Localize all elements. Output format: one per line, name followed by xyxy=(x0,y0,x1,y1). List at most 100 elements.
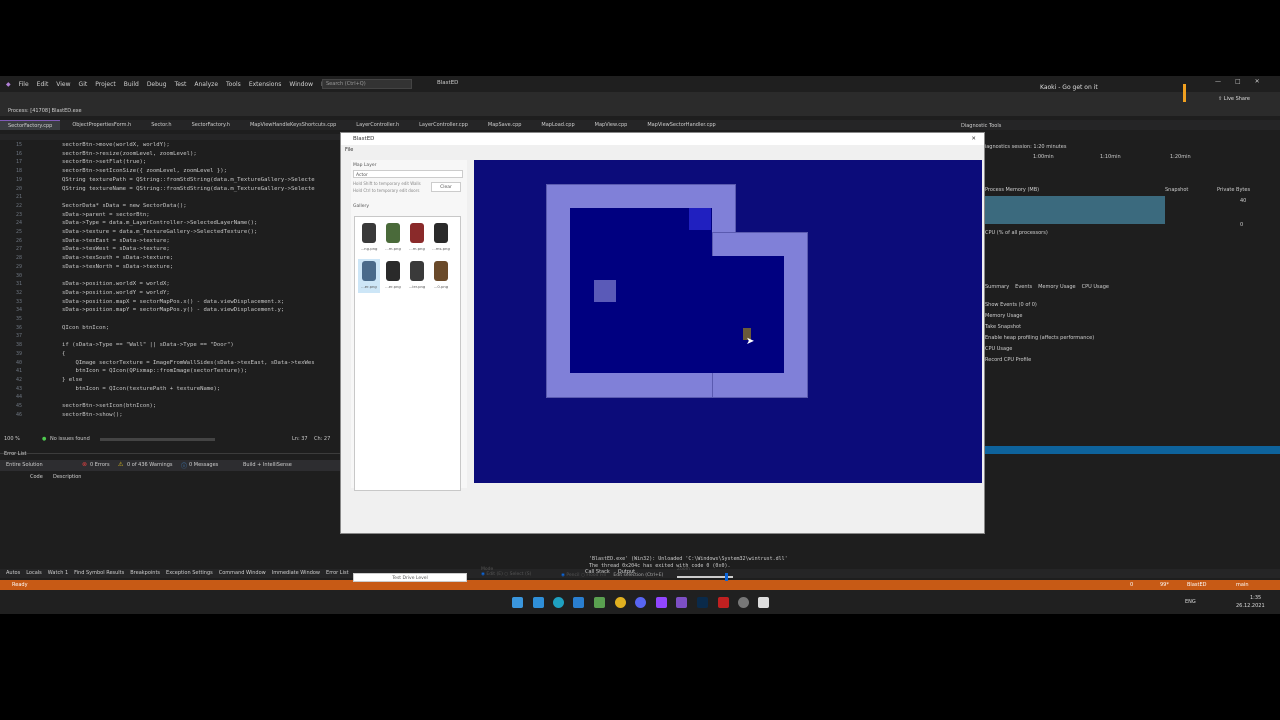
code-line[interactable]: sData->position.mapY = sectorMapPos.y() … xyxy=(62,307,284,313)
menu-item-view[interactable]: View xyxy=(56,81,70,88)
code-line[interactable]: QString texturePath = QString::fromStdSt… xyxy=(62,177,315,183)
code-line[interactable]: sectorBtn->setIcon(btnIcon); xyxy=(62,403,156,409)
warnings-filter[interactable]: 0 of 436 Warnings xyxy=(127,462,172,468)
code-line[interactable]: sData->position.worldY = worldY; xyxy=(62,290,170,296)
code-line[interactable]: QIcon btnIcon; xyxy=(62,325,109,331)
code-line[interactable]: sData->texEast = sData->texture; xyxy=(62,238,170,244)
status-errors[interactable]: 0 xyxy=(1130,582,1133,588)
code-line[interactable]: sectorBtn->setIconSize({ zoomLevel, zoom… xyxy=(62,168,227,174)
document-tab[interactable]: MapView.cpp xyxy=(587,120,636,130)
scope-dropdown[interactable]: Entire Solution xyxy=(6,462,43,468)
column-code[interactable]: Code xyxy=(30,474,43,480)
settings-icon[interactable] xyxy=(738,597,749,608)
diag-item[interactable]: CPU Usage xyxy=(985,346,1094,352)
document-tab[interactable]: SectorFactory.cpp xyxy=(0,120,61,130)
menu-item-extensions[interactable]: Extensions xyxy=(249,81,282,88)
edge-icon[interactable] xyxy=(553,597,564,608)
windows-start-icon[interactable] xyxy=(512,597,523,608)
gallery-item[interactable]: ...m.png xyxy=(406,221,428,255)
menu-item-build[interactable]: Build xyxy=(124,81,139,88)
document-tab[interactable]: ObjectPropertiesForm.h xyxy=(64,120,139,130)
code-line[interactable]: sData->texture = data.m_TextureGallery->… xyxy=(62,229,257,235)
gallery-item[interactable]: ...ms.png xyxy=(430,221,452,255)
diag-item[interactable]: Memory Usage xyxy=(985,313,1094,319)
code-line[interactable]: sData->parent = sectorBtn; xyxy=(62,212,150,218)
code-line[interactable]: sData->position.mapX = sectorMapPos.x() … xyxy=(62,299,284,305)
diag-tab[interactable]: CPU Usage xyxy=(1082,284,1109,290)
file-explorer-icon[interactable] xyxy=(533,597,544,608)
tool-tab[interactable]: Exception Settings xyxy=(166,569,213,578)
messages-filter[interactable]: 0 Messages xyxy=(189,462,218,468)
app-icon[interactable] xyxy=(615,597,626,608)
column-description[interactable]: Description xyxy=(53,474,81,480)
menu-item-project[interactable]: Project xyxy=(95,81,116,88)
menu-item-edit[interactable]: Edit xyxy=(37,81,49,88)
diag-item[interactable]: Enable heap profiling (affects performan… xyxy=(985,335,1094,341)
menu-item-test[interactable]: Test xyxy=(175,81,187,88)
map-canvas[interactable]: ➤ xyxy=(474,160,982,483)
code-line[interactable]: sectorBtn->resize(zoomLevel, zoomLevel); xyxy=(62,151,197,157)
code-line[interactable]: sectorBtn->setFlat(true); xyxy=(62,159,146,165)
menu-item-window[interactable]: Window xyxy=(289,81,313,88)
texture-gallery[interactable]: ...ng.png ...m.png ...m.png ...ms.png ...er.… xyxy=(354,216,461,491)
layer-select[interactable]: Actor xyxy=(353,170,463,178)
minimize-icon[interactable]: — xyxy=(1215,78,1221,88)
scrollbar-h[interactable] xyxy=(100,438,215,441)
blasted-task-icon[interactable] xyxy=(758,597,769,608)
code-line[interactable]: sectorBtn->show(); xyxy=(62,412,123,418)
menu-item-file[interactable]: File xyxy=(19,81,29,88)
gallery-item[interactable]: ...m.png xyxy=(382,221,404,255)
build-filter[interactable]: Build + IntelliSense xyxy=(243,462,292,468)
code-editor[interactable]: 15 sectorBtn->move(worldX, worldY); 16 sect… xyxy=(0,132,340,442)
document-tab[interactable]: MapLoad.cpp xyxy=(533,120,582,130)
diag-tab[interactable]: Events xyxy=(1015,284,1032,290)
notification-pill[interactable]: Kaoki - Go get on it xyxy=(1040,84,1180,96)
document-tab[interactable]: LayerController.cpp xyxy=(411,120,476,130)
editor-zoom[interactable]: 100 % xyxy=(4,436,20,442)
clear-button[interactable]: Clear xyxy=(431,182,461,192)
code-line[interactable]: btnIcon = QIcon(texturePath + textureNam… xyxy=(62,386,220,392)
document-tab[interactable]: Sector.h xyxy=(143,120,179,130)
clock-date[interactable]: 26.12.2021 xyxy=(1236,603,1265,609)
code-line[interactable]: sectorBtn->move(worldX, worldY); xyxy=(62,142,170,148)
code-line[interactable]: SectorData* sData = new SectorData(); xyxy=(62,203,187,209)
errors-filter[interactable]: 0 Errors xyxy=(90,462,110,468)
menu-item-git[interactable]: Git xyxy=(79,81,88,88)
code-line[interactable]: sData->texNorth = sData->texture; xyxy=(62,264,173,270)
photoshop-icon[interactable] xyxy=(697,597,708,608)
code-line[interactable]: sData->Type = data.m_LayerController->Se… xyxy=(62,220,257,226)
gallery-item[interactable]: ...er.png xyxy=(358,259,380,293)
diag-tab[interactable]: Memory Usage xyxy=(1038,284,1076,290)
tool-tab[interactable]: Command Window xyxy=(219,569,266,578)
code-line[interactable]: { xyxy=(62,351,65,357)
code-line[interactable]: btnIcon = QIcon(QPixmap::fromImage(secto… xyxy=(62,368,247,374)
diag-item[interactable]: Take Snapshot xyxy=(985,324,1094,330)
live-share-button[interactable]: ⇪ Live Share xyxy=(1218,96,1250,102)
edit-selection-button[interactable]: Edit selection (Ctrl+E) xyxy=(613,573,663,578)
discord-icon[interactable] xyxy=(635,597,646,608)
document-tab[interactable]: MapSave.cpp xyxy=(480,120,530,130)
tool-tab[interactable]: Locals xyxy=(26,569,42,578)
zoom-slider-handle[interactable] xyxy=(724,573,728,581)
language-indicator[interactable]: ENG xyxy=(1185,599,1196,605)
document-tab[interactable]: LayerController.h xyxy=(348,120,407,130)
diag-item[interactable]: Show Events (0 of 0) xyxy=(985,302,1094,308)
menu-item-tools[interactable]: Tools xyxy=(226,81,241,88)
document-tab[interactable]: MapViewHandleKeysShortcuts.cpp xyxy=(242,120,344,130)
code-line[interactable]: } else xyxy=(62,377,82,383)
twitch-icon[interactable] xyxy=(656,597,667,608)
tool-tab[interactable]: Error List xyxy=(326,569,349,578)
store-icon[interactable] xyxy=(573,597,584,608)
menu-item-debug[interactable]: Debug xyxy=(147,81,167,88)
obs-icon[interactable] xyxy=(718,597,729,608)
status-branch[interactable]: main xyxy=(1236,582,1249,588)
document-tab[interactable]: SectorFactory.h xyxy=(184,120,238,130)
tool-tab[interactable]: Watch 1 xyxy=(48,569,68,578)
tool-tab[interactable]: Immediate Window xyxy=(272,569,320,578)
gallery-item[interactable]: ...0.png xyxy=(430,259,452,293)
maximize-icon[interactable]: □ xyxy=(1235,78,1241,88)
tool-tab[interactable]: Breakpoints xyxy=(130,569,160,578)
status-project[interactable]: BlastED xyxy=(1187,582,1206,588)
blasted-close-icon[interactable]: ✕ xyxy=(971,133,976,145)
document-tab[interactable]: MapViewSectorHandler.cpp xyxy=(639,120,723,130)
